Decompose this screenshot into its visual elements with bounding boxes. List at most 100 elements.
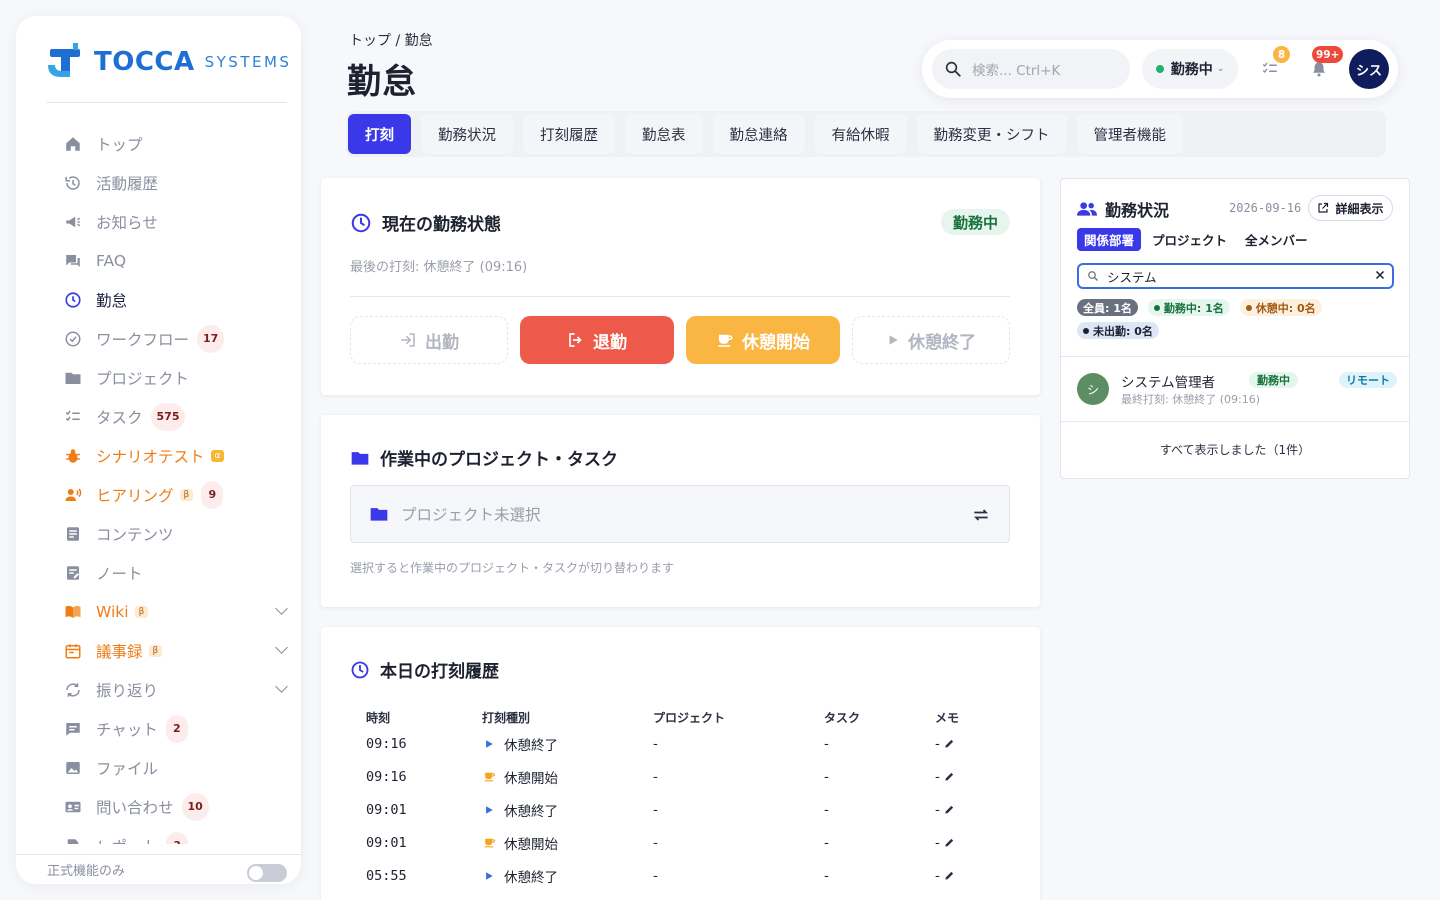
scope-segments: 関係部署 プロジェクト 全メンバー bbox=[1077, 228, 1315, 251]
status-chip-2[interactable]: 休憩中: 0名 bbox=[1239, 299, 1322, 316]
sidebar-item-3[interactable]: FAQ bbox=[62, 241, 288, 280]
notifications-button[interactable]: 99+ bbox=[1308, 46, 1344, 80]
row-project: - bbox=[653, 801, 658, 818]
sidebar-item-7[interactable]: タスク 575 bbox=[62, 397, 288, 436]
sidebar-item-8[interactable]: シナリオテスト α bbox=[62, 436, 288, 475]
segment-project[interactable]: プロジェクト bbox=[1145, 228, 1234, 251]
sidebar-item-label: レポート bbox=[96, 835, 158, 845]
brand-logo[interactable]: TOCCA SYSTEMS bbox=[46, 42, 291, 82]
sidebar-item-4[interactable]: 勤怠 bbox=[62, 280, 288, 319]
divider bbox=[350, 296, 1010, 297]
clock-in-button[interactable]: 出勤 bbox=[350, 316, 508, 364]
segment-all-members[interactable]: 全メンバー bbox=[1238, 228, 1315, 251]
tab-1[interactable]: 勤務状況 bbox=[421, 114, 513, 154]
card-title-text: 現在の勤務状態 bbox=[382, 215, 501, 235]
play-icon bbox=[482, 739, 496, 749]
tab-4[interactable]: 勤怠連絡 bbox=[712, 114, 805, 154]
sidebar-item-12[interactable]: Wiki β bbox=[62, 592, 288, 631]
user-avatar[interactable]: シス bbox=[1349, 49, 1389, 89]
page-title: 勤怠 bbox=[347, 62, 417, 102]
clock-out-button[interactable]: 退勤 bbox=[520, 316, 674, 364]
refresh-icon bbox=[62, 679, 84, 701]
edit-icon[interactable] bbox=[944, 837, 955, 848]
segment-department[interactable]: 関係部署 bbox=[1077, 228, 1142, 251]
sidebar-item-14[interactable]: 振り返り bbox=[62, 670, 288, 709]
row-type: 休憩終了 bbox=[482, 800, 653, 820]
status-chip-label: 勤務中: 1名 bbox=[1163, 301, 1224, 315]
status-chip-0[interactable]: 全員: 1名 bbox=[1077, 299, 1138, 316]
count-badge: 3 bbox=[166, 831, 189, 844]
project-select[interactable]: プロジェクト未選択 bbox=[350, 485, 1010, 543]
tab-3[interactable]: 勤怠表 bbox=[625, 114, 703, 154]
member-location-badge: リモート bbox=[1339, 372, 1397, 388]
member-search-input[interactable]: システム bbox=[1077, 263, 1394, 289]
tab-7[interactable]: 管理者機能 bbox=[1076, 114, 1183, 154]
sidebar-item-label: 議事録 bbox=[96, 642, 143, 661]
work-status-dropdown[interactable]: 勤務中 ⌄ bbox=[1142, 49, 1238, 89]
break-end-button[interactable]: 休憩終了 bbox=[852, 316, 1010, 364]
sidebar-item-15[interactable]: チャット 2 bbox=[62, 709, 288, 748]
sidebar-item-6[interactable]: プロジェクト bbox=[62, 358, 288, 397]
brand-name: TOCCA bbox=[94, 47, 195, 77]
row-type: 休憩開始 bbox=[482, 767, 653, 787]
search-input[interactable]: 検索... Ctrl+K bbox=[932, 49, 1130, 89]
row-memo: - bbox=[935, 835, 985, 851]
project-select-placeholder: プロジェクト未選択 bbox=[401, 506, 541, 524]
edit-icon[interactable] bbox=[944, 738, 955, 749]
row-memo: - bbox=[935, 769, 985, 785]
status-chip-3[interactable]: 未出勤: 0名 bbox=[1077, 322, 1159, 339]
sidebar-item-16[interactable]: ファイル bbox=[62, 748, 288, 787]
row-memo-value: - bbox=[935, 867, 940, 884]
sidebar-item-9[interactable]: ヒアリング β 9 bbox=[62, 475, 288, 514]
todo-button[interactable]: 8 bbox=[1259, 46, 1290, 80]
status-badge: 勤務中 bbox=[940, 209, 1010, 235]
tab-0[interactable]: 打刻 bbox=[348, 114, 411, 154]
sidebar-item-17[interactable]: 問い合わせ 10 bbox=[62, 787, 288, 826]
sidebar-item-13[interactable]: 議事録 β bbox=[62, 631, 288, 670]
row-memo-value: - bbox=[935, 801, 940, 818]
member-row[interactable]: シ システム管理者 最終打刻: 休憩終了 (09:16) 勤務中 リモート bbox=[1077, 369, 1397, 409]
sidebar-item-label: ワークフロー bbox=[96, 330, 190, 349]
work-status-panel: 勤務状況 2026-09-16 詳細表示 関係部署 プロジェクト 全メンバー シ… bbox=[1060, 178, 1410, 479]
last-punch-text: 最後の打刻: 休憩終了 (09:16) bbox=[350, 260, 528, 275]
row-project: - bbox=[653, 768, 658, 785]
edit-icon[interactable] bbox=[944, 771, 955, 782]
feature-tag: β bbox=[134, 605, 149, 618]
count-badge: 575 bbox=[150, 402, 186, 431]
edit-icon[interactable] bbox=[944, 804, 955, 815]
note-icon bbox=[62, 562, 84, 584]
chevron-down-icon[interactable] bbox=[275, 641, 288, 654]
sidebar-item-10[interactable]: コンテンツ bbox=[62, 514, 288, 553]
sidebar-item-5[interactable]: ワークフロー 17 bbox=[62, 319, 288, 358]
tab-2[interactable]: 打刻履歴 bbox=[523, 114, 615, 154]
feature-tag: β bbox=[179, 488, 194, 501]
sidebar-item-11[interactable]: ノート bbox=[62, 553, 288, 592]
sidebar-item-2[interactable]: お知らせ bbox=[62, 202, 288, 241]
sidebar-item-1[interactable]: 活動履歴 bbox=[62, 163, 288, 202]
count-badge: 10 bbox=[181, 792, 209, 821]
chevron-down-icon[interactable] bbox=[275, 602, 288, 615]
status-chip-1[interactable]: 勤務中: 1名 bbox=[1147, 299, 1230, 316]
bug-icon bbox=[62, 445, 84, 467]
clock-in-label: 出勤 bbox=[425, 332, 459, 353]
sidebar-item-label: タスク bbox=[96, 408, 143, 427]
edit-icon[interactable] bbox=[944, 870, 955, 881]
sidebar-item-18[interactable]: レポート 3 bbox=[62, 826, 288, 844]
sidebar: TOCCA SYSTEMS トップ 活動履歴 お知らせ FAQ 勤怠 ワークフロー 17 プロ… bbox=[16, 16, 301, 884]
sidebar-item-label: ノート bbox=[96, 564, 143, 583]
swap-icon[interactable] bbox=[971, 505, 991, 525]
check-circle-icon bbox=[62, 328, 84, 350]
tab-5[interactable]: 有給休暇 bbox=[814, 114, 907, 154]
sidebar-item-label: FAQ bbox=[96, 251, 127, 270]
member-last-punch: 最終打刻: 休憩終了 (09:16) bbox=[1121, 393, 1260, 406]
clear-icon[interactable] bbox=[1374, 269, 1386, 281]
official-only-toggle[interactable] bbox=[247, 864, 287, 882]
sidebar-item-0[interactable]: トップ bbox=[62, 124, 288, 163]
tab-6[interactable]: 勤務変更・シフト bbox=[916, 114, 1067, 154]
break-start-button[interactable]: 休憩開始 bbox=[686, 316, 840, 364]
search-icon bbox=[1088, 271, 1098, 281]
sidebar-item-label: ファイル bbox=[96, 759, 159, 778]
detail-button[interactable]: 詳細表示 bbox=[1308, 195, 1393, 221]
chevron-down-icon[interactable] bbox=[275, 680, 288, 693]
chevron-down-icon: ⌄ bbox=[1216, 64, 1225, 74]
